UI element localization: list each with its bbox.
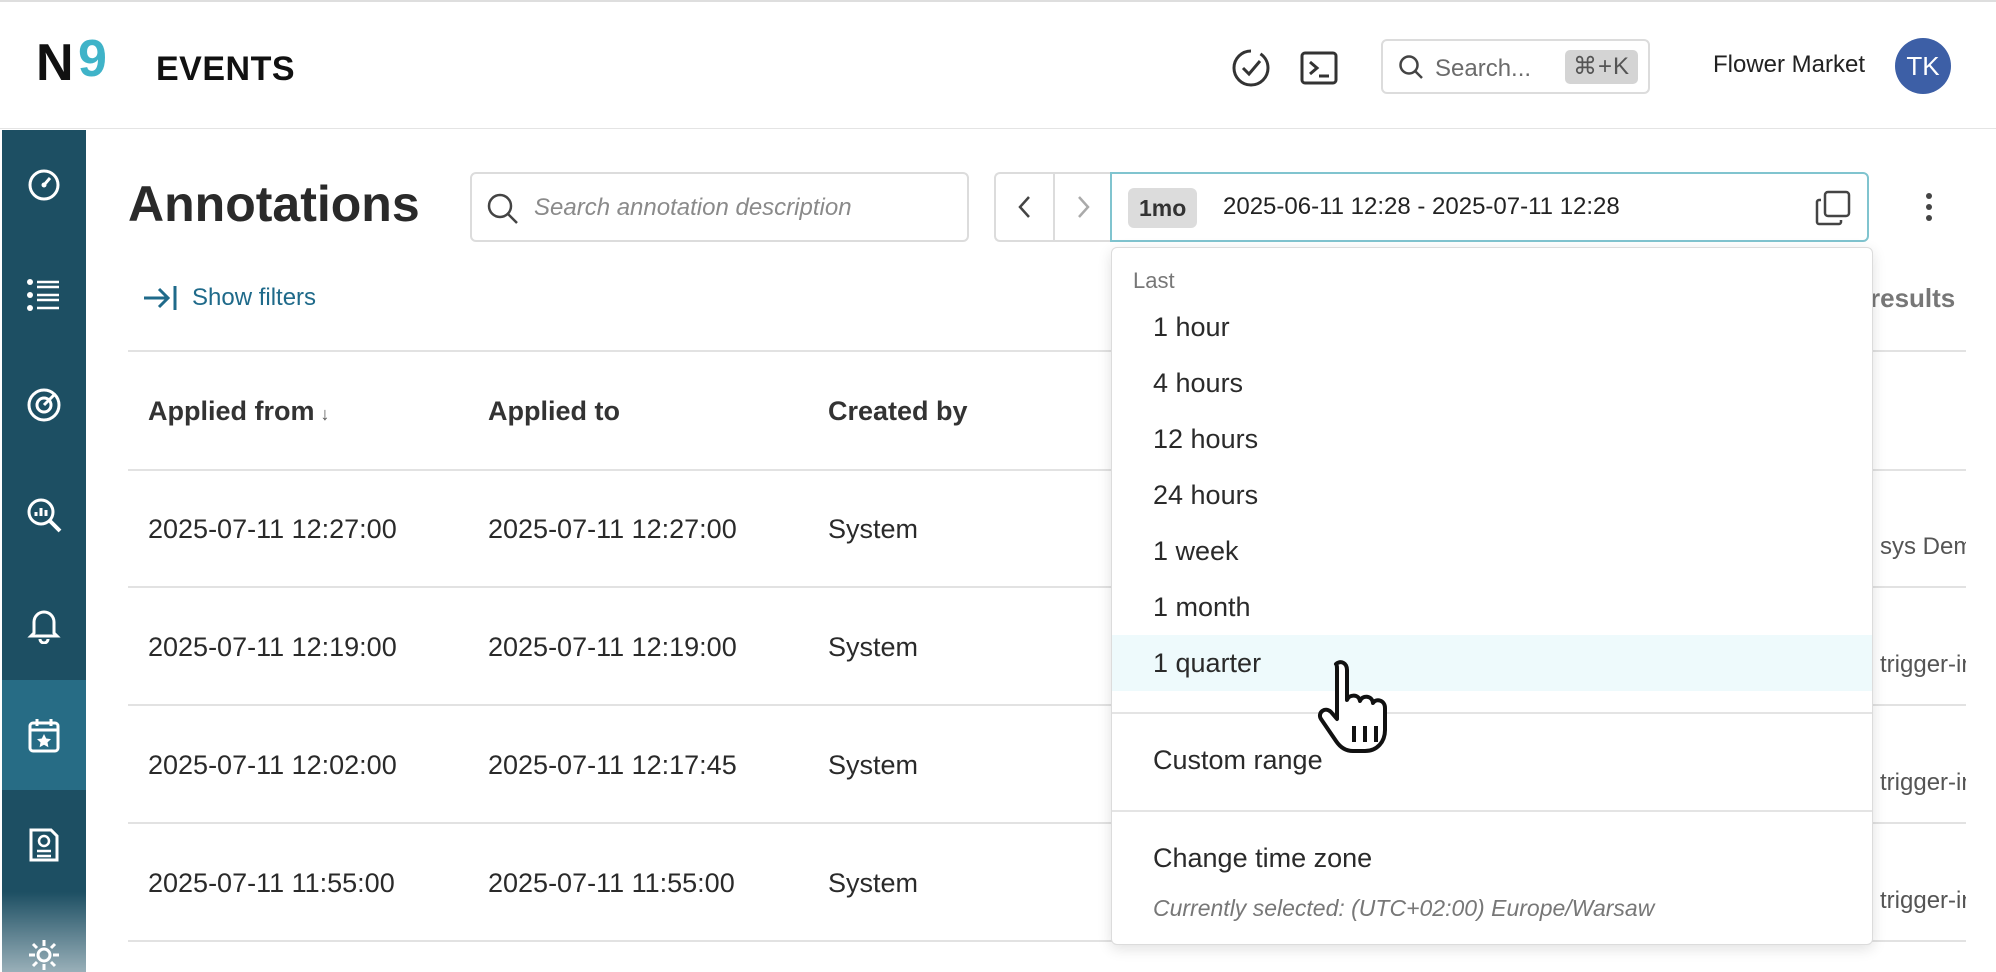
cell-created-by: System bbox=[828, 632, 919, 662]
cell-applied-from: 2025-07-11 12:27:00 bbox=[148, 514, 397, 544]
terminal-icon[interactable] bbox=[1297, 46, 1341, 90]
cell-applied-from: 2025-07-11 11:55:00 bbox=[148, 868, 395, 898]
sort-arrow-down-icon: ↓ bbox=[320, 404, 330, 424]
search-icon bbox=[1399, 55, 1423, 79]
results-count-label: results bbox=[1870, 283, 1956, 313]
column-header-created-by[interactable]: Created by bbox=[828, 396, 968, 427]
svg-text:N: N bbox=[36, 36, 74, 86]
option-24-hours[interactable]: 24 hours bbox=[1112, 467, 1872, 523]
copy-icon[interactable] bbox=[1813, 188, 1853, 228]
dashboard-gauge-icon bbox=[28, 169, 60, 201]
avatar[interactable]: TK bbox=[1895, 38, 1951, 94]
custom-range-option[interactable]: Custom range bbox=[1112, 732, 1872, 788]
expand-filters-icon bbox=[144, 286, 177, 310]
search-icon bbox=[487, 193, 518, 224]
cell-created-by: System bbox=[828, 750, 919, 780]
next-range-button[interactable] bbox=[1053, 174, 1111, 240]
report-icon bbox=[29, 828, 59, 862]
service-list-icon bbox=[27, 279, 59, 311]
option-1-quarter[interactable]: 1 quarter bbox=[1112, 635, 1872, 691]
time-range-dropdown: Last 1 hour 4 hours 12 hours 24 hours 1 … bbox=[1111, 247, 1873, 945]
time-nav-group bbox=[994, 172, 1111, 242]
dropdown-divider bbox=[1112, 810, 1872, 812]
shortcut-badge: ⌘+K bbox=[1564, 50, 1638, 84]
slo-target-icon bbox=[27, 388, 61, 422]
time-range-picker[interactable]: 1mo 2025-06-11 12:28 - 2025-07-11 12:28 bbox=[1110, 172, 1869, 242]
dropdown-divider bbox=[1112, 712, 1872, 714]
sidebar-item-dashboard[interactable] bbox=[2, 130, 86, 240]
cell-trailing: trigger-in bbox=[1880, 769, 1966, 796]
change-timezone-option[interactable]: Change time zone bbox=[1112, 830, 1872, 886]
cell-trailing: trigger-in bbox=[1880, 651, 1966, 678]
cell-trailing: trigger-in bbox=[1880, 887, 1966, 914]
option-1-week[interactable]: 1 week bbox=[1112, 523, 1872, 579]
checklist-clock-icon[interactable] bbox=[1229, 46, 1273, 90]
sidebar-item-queries[interactable] bbox=[2, 460, 86, 570]
svg-text:9: 9 bbox=[78, 36, 107, 86]
top-bar: N 9 EVENTS Search... ⌘+K Flower Market T… bbox=[0, 0, 1996, 129]
chevron-right-icon bbox=[1078, 196, 1090, 218]
cell-applied-from: 2025-07-11 12:19:00 bbox=[148, 632, 397, 662]
show-filters-button[interactable]: Show filters bbox=[142, 283, 316, 313]
global-search-placeholder: Search... bbox=[1435, 55, 1532, 82]
show-filters-label: Show filters bbox=[192, 284, 317, 311]
cell-applied-from: 2025-07-11 12:02:00 bbox=[148, 750, 397, 780]
sidebar-item-reports[interactable] bbox=[2, 790, 86, 900]
query-analytics-icon bbox=[27, 498, 62, 533]
cell-trailing: sys Demo bbox=[1880, 533, 1966, 560]
app-title: EVENTS bbox=[156, 50, 296, 88]
time-range-text: 2025-06-11 12:28 - 2025-07-11 12:28 bbox=[1223, 193, 1620, 220]
cell-applied-to: 2025-07-11 12:17:45 bbox=[488, 750, 737, 780]
option-4-hours[interactable]: 4 hours bbox=[1112, 355, 1872, 411]
page-title: Annotations bbox=[128, 176, 420, 232]
cell-created-by: System bbox=[828, 868, 919, 898]
column-header-applied-from[interactable]: Applied from ↓ bbox=[148, 396, 330, 427]
sidebar bbox=[2, 130, 86, 972]
global-search[interactable]: Search... ⌘+K bbox=[1381, 39, 1650, 94]
sidebar-item-annotations[interactable] bbox=[2, 680, 86, 790]
option-12-hours[interactable]: 12 hours bbox=[1112, 411, 1872, 467]
previous-range-button[interactable] bbox=[996, 174, 1053, 240]
more-options-icon[interactable] bbox=[1912, 190, 1946, 224]
cell-applied-to: 2025-07-11 12:27:00 bbox=[488, 514, 737, 544]
timezone-note: Currently selected: (UTC+02:00) Europe/W… bbox=[1153, 895, 1655, 921]
sidebar-item-slo[interactable] bbox=[2, 350, 86, 460]
chevron-left-icon bbox=[1018, 196, 1030, 218]
organization-name[interactable]: Flower Market bbox=[1713, 51, 1865, 79]
sidebar-item-services[interactable] bbox=[2, 240, 86, 350]
annotation-search[interactable] bbox=[470, 172, 969, 242]
sidebar-item-alerts[interactable] bbox=[2, 570, 86, 680]
cell-applied-to: 2025-07-11 11:55:00 bbox=[488, 868, 735, 898]
calendar-star-icon bbox=[28, 719, 60, 753]
annotation-search-input[interactable] bbox=[534, 188, 954, 228]
cell-created-by: System bbox=[828, 514, 919, 544]
option-1-hour[interactable]: 1 hour bbox=[1112, 299, 1872, 355]
alert-bell-icon bbox=[27, 610, 61, 644]
hand-pointer-cursor-icon bbox=[1318, 660, 1387, 753]
dropdown-section-label: Last bbox=[1133, 268, 1175, 293]
time-range-badge: 1mo bbox=[1128, 188, 1198, 228]
option-1-month[interactable]: 1 month bbox=[1112, 579, 1872, 635]
n9-logo[interactable]: N 9 bbox=[36, 36, 128, 86]
column-header-applied-to[interactable]: Applied to bbox=[488, 396, 620, 427]
cell-applied-to: 2025-07-11 12:19:00 bbox=[488, 632, 737, 662]
sidebar-fade bbox=[2, 892, 86, 972]
